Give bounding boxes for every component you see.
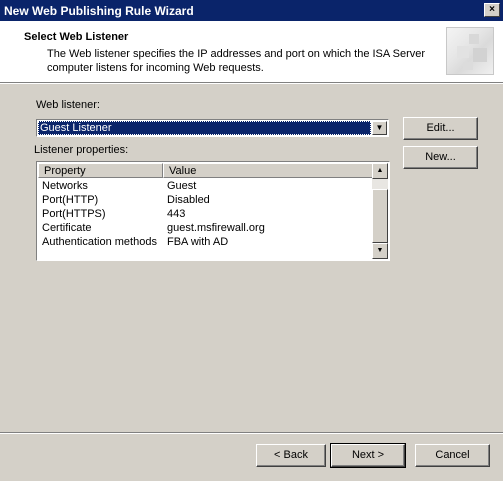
list-header: Property Value <box>38 163 373 178</box>
footer-divider-highlight <box>0 433 503 434</box>
property-value: 443 <box>167 208 186 220</box>
list-item[interactable]: Authentication methods FBA with AD <box>42 235 367 249</box>
list-item[interactable]: Networks Guest <box>42 179 367 193</box>
property-name: Port(HTTP) <box>42 194 99 206</box>
back-button-label: < Back <box>274 449 308 461</box>
dropdown-arrow-icon[interactable]: ▼ <box>372 121 387 135</box>
property-value: FBA with AD <box>167 236 229 248</box>
listener-properties-label: Listener properties: <box>34 144 129 156</box>
cancel-button[interactable]: Cancel <box>415 444 490 467</box>
property-name: Authentication methods <box>42 236 157 248</box>
property-name: Port(HTTPS) <box>42 208 106 220</box>
header-divider <box>0 83 503 84</box>
property-value: guest.msfirewall.org <box>167 222 265 234</box>
scroll-thumb[interactable] <box>372 189 388 243</box>
column-header-value[interactable]: Value <box>163 163 373 178</box>
wizard-header-image <box>446 27 494 75</box>
list-item[interactable]: Certificate guest.msfirewall.org <box>42 221 367 235</box>
edit-button[interactable]: Edit... <box>403 117 478 140</box>
close-icon: × <box>489 4 495 15</box>
close-button[interactable]: × <box>484 3 500 17</box>
title-bar: New Web Publishing Rule Wizard × <box>0 0 503 21</box>
property-value: Guest <box>167 180 197 192</box>
back-button[interactable]: < Back <box>256 444 326 467</box>
listener-properties-list[interactable]: Property Value Networks Guest Port(HTTP)… <box>36 161 390 261</box>
column-header-property[interactable]: Property <box>38 163 163 178</box>
scroll-down-icon[interactable]: ▼ <box>372 243 388 259</box>
web-listener-selected-value[interactable]: Guest Listener <box>38 121 371 135</box>
next-button[interactable]: Next > <box>330 443 406 468</box>
list-item[interactable]: Port(HTTP) Disabled <box>42 193 367 207</box>
next-button-label: Next > <box>351 449 385 461</box>
scroll-up-icon[interactable]: ▲ <box>372 163 388 179</box>
property-name: Networks <box>42 180 88 192</box>
page-heading: Select Web Listener <box>24 31 129 43</box>
cancel-button-label: Cancel <box>435 449 470 461</box>
vertical-scrollbar[interactable]: ▲ ▼ <box>372 163 388 259</box>
web-listener-dropdown[interactable]: Guest Listener ▼ <box>36 119 389 137</box>
edit-button-label: Edit... <box>426 122 455 134</box>
new-button[interactable]: New... <box>403 146 478 169</box>
property-name: Certificate <box>42 222 92 234</box>
web-listener-label: Web listener: <box>36 99 100 111</box>
new-button-label: New... <box>425 151 456 163</box>
list-rows: Networks Guest Port(HTTP) Disabled Port(… <box>42 179 367 249</box>
list-item[interactable]: Port(HTTPS) 443 <box>42 207 367 221</box>
property-value: Disabled <box>167 194 210 206</box>
wizard-header: Select Web Listener The Web listener spe… <box>0 21 503 83</box>
window-title: New Web Publishing Rule Wizard <box>4 4 194 18</box>
page-description: The Web listener specifies the IP addres… <box>47 48 426 74</box>
